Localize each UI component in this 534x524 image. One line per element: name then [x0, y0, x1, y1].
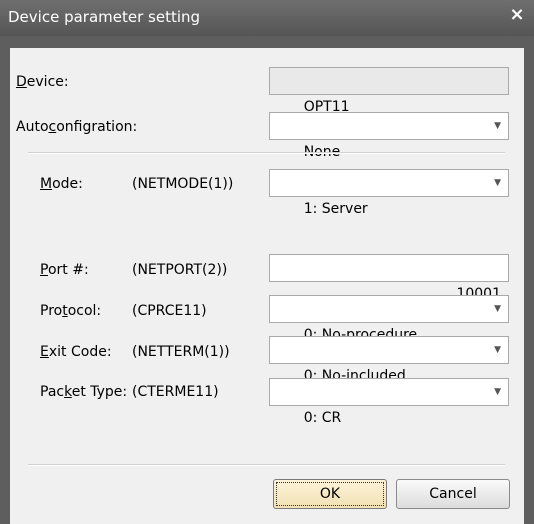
ok-button[interactable]: OK	[273, 479, 387, 509]
chevron-down-icon: ▼	[494, 121, 501, 131]
mode-label-rest: ode:	[52, 176, 83, 192]
dialog-title: Device parameter setting	[8, 8, 201, 26]
device-label-rest: evice:	[26, 74, 69, 90]
exit-code-code: (NETTERM(1))	[132, 344, 230, 360]
packet-type-label: Packet Type:	[40, 384, 127, 400]
port-input[interactable]: 10001	[269, 254, 509, 302]
mode-label: Mode:	[40, 176, 83, 192]
autoconfig-select[interactable]: None ▼	[269, 112, 509, 160]
protocol-label-prefix: Pro	[40, 303, 63, 319]
protocol-code: (CPRCE11)	[132, 303, 207, 319]
autoconfig-label-rest: onfigration:	[56, 119, 138, 135]
chevron-down-icon: ▼	[494, 178, 501, 188]
chevron-down-icon: ▼	[494, 345, 501, 355]
autoconfig-label: Autoconfigration:	[16, 119, 137, 135]
exit-code-label-accel: E	[40, 344, 49, 360]
port-label-accel: P	[40, 262, 48, 278]
protocol-label-rest: ocol:	[67, 303, 102, 319]
protocol-select[interactable]: 0: No-procedure ▼	[269, 295, 509, 343]
chevron-down-icon: ▼	[494, 304, 501, 314]
packet-type-code: (CTERME11)	[132, 384, 219, 400]
dialog-body: Device: OPT11 Autoconfigration: None ▼ M…	[10, 48, 524, 524]
close-icon[interactable]: ×	[506, 4, 528, 26]
autoconfig-label-prefix: Auto	[16, 119, 49, 135]
dialog-window: Device parameter setting × Device: OPT11…	[0, 0, 534, 524]
mode-label-accel: M	[40, 176, 53, 192]
device-label: Device:	[16, 74, 69, 90]
title-bar[interactable]: Device parameter setting ×	[0, 0, 534, 36]
mode-select[interactable]: 1: Server ▼	[269, 169, 509, 217]
packet-type-label-accel: k	[64, 384, 72, 400]
mode-value: 1: Server	[303, 201, 368, 217]
exit-code-label-rest: xit Code:	[48, 344, 112, 360]
port-code: (NETPORT(2))	[132, 262, 228, 278]
exit-code-label: Exit Code:	[40, 344, 112, 360]
mode-code: (NETMODE(1))	[132, 176, 234, 192]
port-label-rest: ort #:	[47, 262, 89, 278]
device-field: OPT11	[269, 67, 509, 115]
packet-type-label-rest: et Type:	[71, 384, 128, 400]
cancel-button[interactable]: Cancel	[396, 479, 510, 509]
port-label: Port #:	[40, 262, 89, 278]
device-label-accel: D	[16, 74, 27, 90]
exit-code-select[interactable]: 0: No-included ▼	[269, 336, 509, 384]
packet-type-select[interactable]: 0: CR ▼	[269, 378, 509, 426]
separator-top	[28, 152, 505, 154]
chevron-down-icon: ▼	[494, 387, 501, 397]
packet-type-value: 0: CR	[303, 410, 342, 426]
packet-type-label-prefix: Pac	[40, 384, 65, 400]
separator-bottom	[28, 464, 505, 466]
protocol-label: Protocol:	[40, 303, 101, 319]
